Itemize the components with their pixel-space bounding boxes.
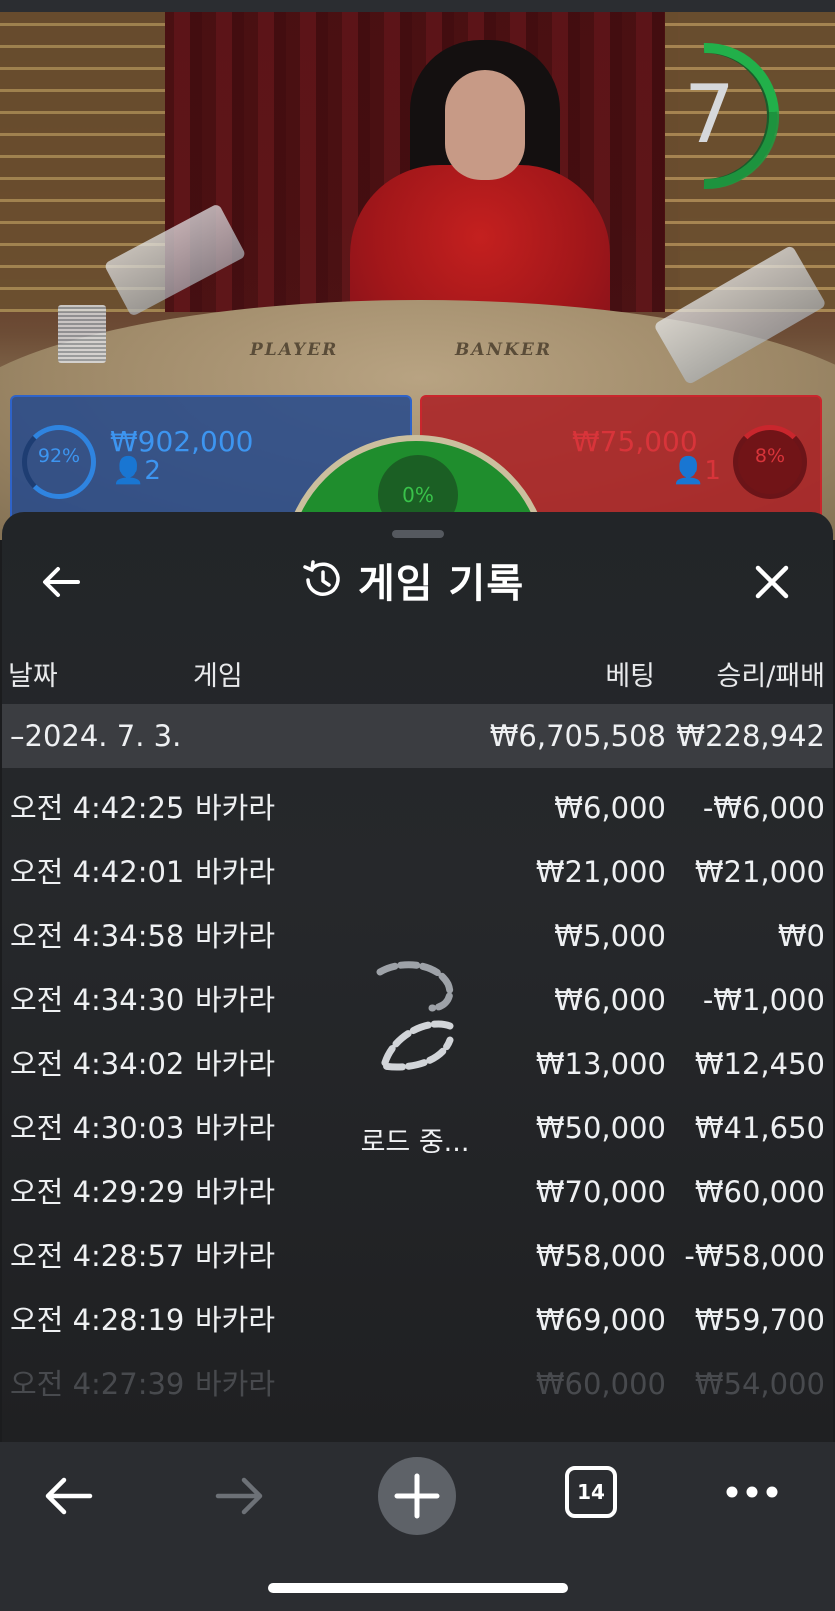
plus-icon[interactable] <box>377 1456 457 1536</box>
loading-text: 로드 중... <box>360 1127 470 1158</box>
table-label-player: PLAYER <box>250 340 339 360</box>
row-time: 오전 4:42:25 <box>10 791 185 825</box>
row-bet: ₩58,000 <box>535 1239 666 1273</box>
row-winloss: ₩59,700 <box>694 1303 825 1337</box>
row-bet: ₩5,000 <box>554 919 666 953</box>
row-game: 바카라 <box>195 1047 276 1081</box>
close-icon[interactable] <box>752 562 792 602</box>
table-label-banker: BANKER <box>455 340 552 360</box>
row-game: 바카라 <box>195 919 276 953</box>
row-bet: ₩70,000 <box>535 1175 666 1209</box>
row-bet: ₩60,000 <box>535 1367 666 1401</box>
row-time: 오전 4:30:03 <box>10 1111 185 1145</box>
row-winloss: -₩1,000 <box>702 983 825 1017</box>
history-row[interactable]: 오전 4:28:19 바카라 ₩69,000 ₩59,700 <box>2 1288 833 1352</box>
row-winloss: ₩41,650 <box>694 1111 825 1145</box>
row-bet: ₩6,000 <box>554 983 666 1017</box>
more-icon[interactable] <box>724 1480 780 1504</box>
tie-percent: 0% <box>402 483 434 507</box>
dealer-face <box>445 70 525 180</box>
player-percent: 92% <box>37 445 81 467</box>
column-header-date: 날짜 <box>8 661 58 692</box>
history-row[interactable]: 오전 4:42:01 바카라 ₩21,000 ₩21,000 <box>2 840 833 904</box>
history-icon <box>303 560 340 596</box>
row-time: 오전 4:34:30 <box>10 983 185 1017</box>
back-arrow-icon[interactable] <box>38 562 84 602</box>
banker-amount: ₩75,000 <box>572 425 698 458</box>
row-time: 오전 4:34:02 <box>10 1047 185 1081</box>
row-winloss: -₩6,000 <box>702 791 825 825</box>
column-header-game: 게임 <box>193 661 243 692</box>
column-header-bet: 베팅 <box>605 661 655 692</box>
row-winloss: ₩60,000 <box>694 1175 825 1209</box>
row-game: 바카라 <box>195 983 276 1017</box>
user-icon: 👤 <box>112 456 145 486</box>
status-strip <box>0 0 835 12</box>
player-amount: ₩902,000 <box>110 425 254 458</box>
sheet-drag-handle[interactable] <box>392 530 444 538</box>
row-game: 바카라 <box>195 1239 276 1273</box>
row-game: 바카라 <box>195 1303 276 1337</box>
countdown-number: 7 <box>684 68 735 161</box>
history-row[interactable]: 오전 4:28:57 바카라 ₩58,000 -₩58,000 <box>2 1224 833 1288</box>
row-game: 바카라 <box>195 1111 276 1145</box>
row-time: 오전 4:27:39 <box>10 1367 185 1401</box>
date-group-date: –2024. 7. 3. <box>10 719 182 753</box>
sheet-header: 게임 기록 <box>300 555 524 607</box>
row-time: 오전 4:34:58 <box>10 919 185 953</box>
row-bet: ₩21,000 <box>535 855 666 889</box>
card-stack <box>58 305 106 363</box>
row-game: 바카라 <box>195 1175 276 1209</box>
row-time: 오전 4:29:29 <box>10 1175 185 1209</box>
loading-spinner-icon <box>376 961 454 1071</box>
date-group-bet-total: ₩6,705,508 <box>489 719 666 753</box>
player-count: 👤2 <box>112 456 161 486</box>
row-winloss: ₩21,000 <box>694 855 825 889</box>
row-winloss: -₩58,000 <box>684 1239 825 1273</box>
date-group-row[interactable]: –2024. 7. 3. ₩6,705,508 ₩228,942 <box>2 704 833 768</box>
column-header-winloss: 승리/패배 <box>716 661 825 692</box>
history-row[interactable]: 오전 4:42:25 바카라 ₩6,000 -₩6,000 <box>2 776 833 840</box>
forward-arrow-icon[interactable] <box>212 1472 268 1520</box>
row-bet: ₩69,000 <box>535 1303 666 1337</box>
back-arrow-icon[interactable] <box>40 1472 96 1520</box>
history-row[interactable]: 오전 4:27:39 바카라 ₩60,000 ₩54,000 <box>2 1352 833 1416</box>
row-game: 바카라 <box>195 1367 276 1401</box>
sheet-title: 게임 기록 <box>358 561 525 607</box>
row-time: 오전 4:28:19 <box>10 1303 185 1337</box>
date-group-winloss-total: ₩228,942 <box>676 719 825 753</box>
row-bet: ₩13,000 <box>535 1047 666 1081</box>
row-time: 오전 4:28:57 <box>10 1239 185 1273</box>
row-game: 바카라 <box>195 855 276 889</box>
row-winloss: ₩54,000 <box>694 1367 825 1401</box>
row-time: 오전 4:42:01 <box>10 855 185 889</box>
home-indicator[interactable] <box>268 1583 568 1593</box>
row-winloss: ₩0 <box>777 919 825 953</box>
row-winloss: ₩12,450 <box>694 1047 825 1081</box>
history-row[interactable]: 오전 4:29:29 바카라 ₩70,000 ₩60,000 <box>2 1160 833 1224</box>
row-game: 바카라 <box>195 791 276 825</box>
banker-count: 👤1 <box>672 456 721 486</box>
row-bet: ₩6,000 <box>554 791 666 825</box>
banker-percent: 8% <box>754 445 786 467</box>
tabs-icon[interactable]: 14 <box>565 1466 617 1518</box>
user-icon: 👤 <box>672 456 705 486</box>
